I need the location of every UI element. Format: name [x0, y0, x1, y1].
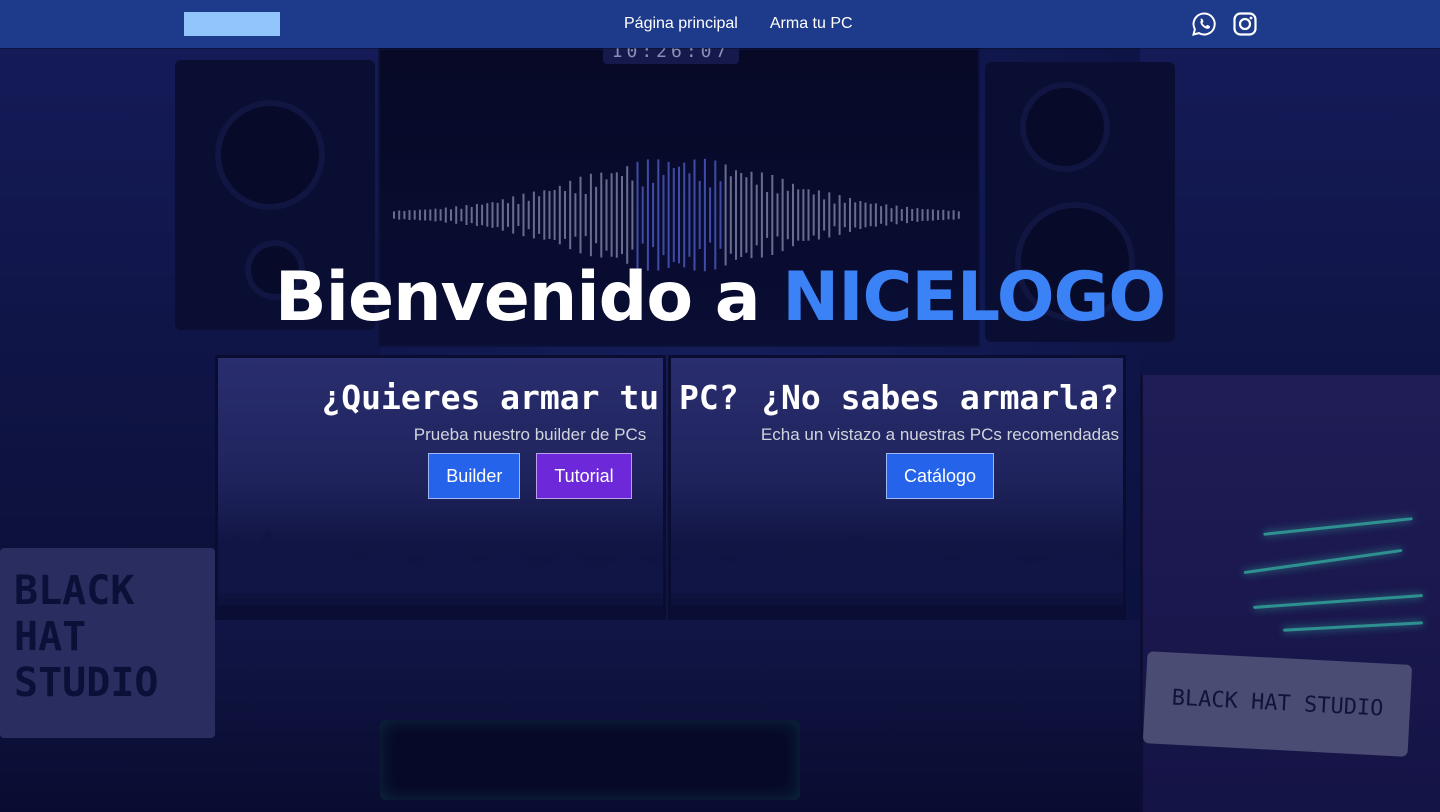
nav-link-home[interactable]: Página principal [624, 15, 738, 33]
hero-title-prefix: Bienvenido a [274, 258, 783, 337]
builder-buttons: Builder Tutorial [320, 453, 740, 499]
logo[interactable] [184, 12, 280, 36]
whatsapp-icon[interactable] [1191, 11, 1217, 37]
catalog-section: ¿No sabes armarla? Echa un vistazo a nue… [760, 378, 1120, 499]
catalog-heading: ¿No sabes armarla? [761, 378, 1119, 417]
builder-section: ¿Quieres armar tu PC? Prueba nuestro bui… [320, 378, 740, 499]
catalog-buttons: Catálogo [760, 453, 1120, 499]
builder-heading: ¿Quieres armar tu PC? [321, 378, 739, 417]
catalog-subtitle: Echa un vistazo a nuestras PCs recomenda… [760, 425, 1120, 444]
navbar: Página principal Arma tu PC [0, 0, 1440, 48]
builder-subtitle: Prueba nuestro builder de PCs [413, 425, 647, 444]
catalog-button[interactable]: Catálogo [885, 453, 995, 499]
nav-link-build-pc[interactable]: Arma tu PC [770, 15, 853, 33]
hero-title: Bienvenido a NICELOGO [0, 258, 1440, 337]
tutorial-button[interactable]: Tutorial [536, 453, 632, 499]
brand-name: NICELOGO [782, 258, 1166, 337]
instagram-icon[interactable] [1232, 11, 1258, 37]
nav-links: Página principal Arma tu PC [624, 0, 853, 48]
builder-button[interactable]: Builder [428, 453, 521, 499]
